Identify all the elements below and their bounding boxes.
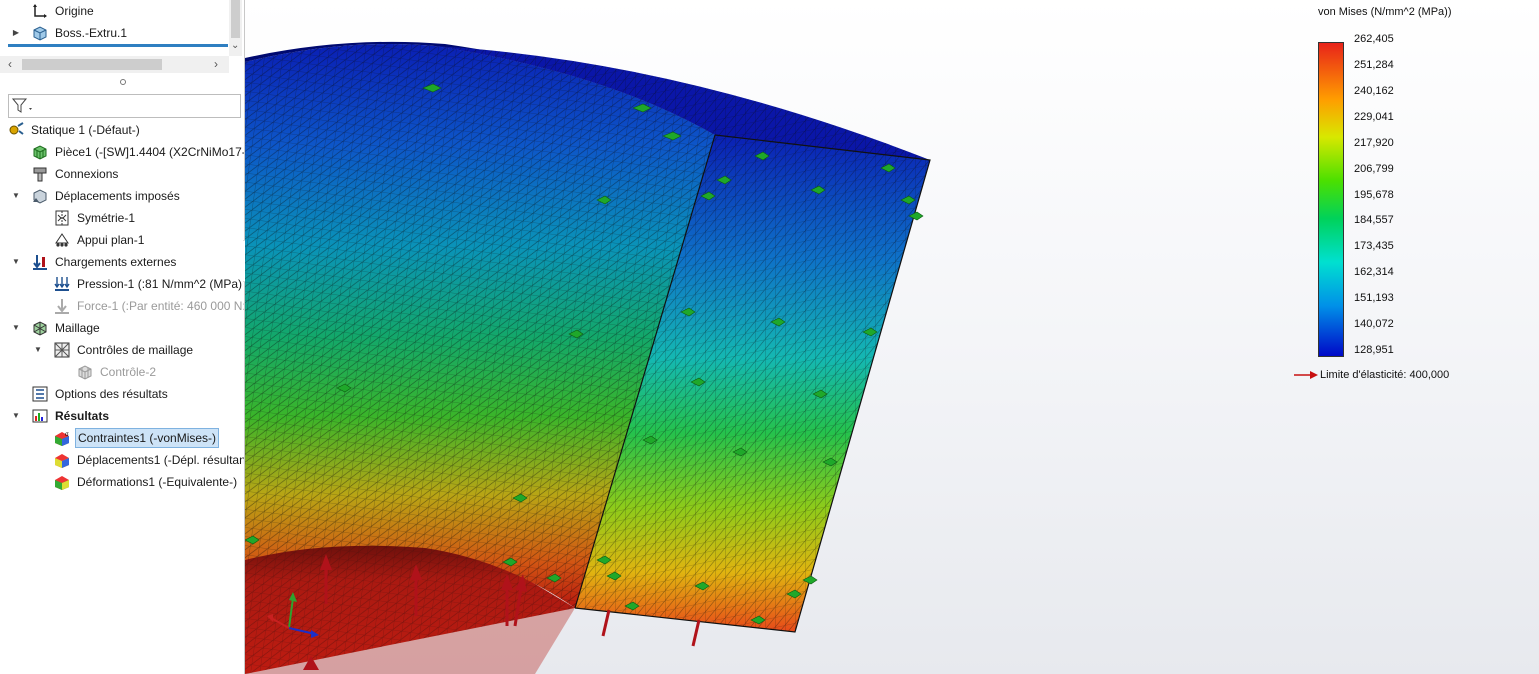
scroll-left-icon[interactable]: ‹	[8, 57, 12, 71]
tree-item-label: Déplacements imposés	[55, 189, 180, 203]
tree-item-appui-plan[interactable]: Appui plan-1	[0, 229, 244, 251]
tree-item-connexions[interactable]: Connexions	[0, 163, 244, 185]
tree-item-label: Boss.-Extru.1	[55, 26, 128, 40]
tree-item-label: Connexions	[55, 167, 119, 181]
legend-tick-label: 140,072	[1354, 318, 1394, 331]
tree-item-mesh-controls[interactable]: ▼ Contrôles de maillage	[0, 339, 244, 361]
scroll-down-icon[interactable]: ⌄	[231, 40, 239, 51]
filter-icon[interactable]	[12, 98, 34, 114]
legend-tick-label: 195,678	[1354, 188, 1394, 201]
yield-arrow-icon	[1294, 371, 1318, 380]
tree-item-label: Déplacements1 (-Dépl. résultan	[77, 453, 245, 467]
mesh-icon	[33, 321, 47, 336]
tree-vertical-scrollbar[interactable]: ⌄	[229, 0, 242, 56]
part-material-icon	[33, 145, 47, 160]
force-icon	[55, 299, 69, 314]
tree-item-maillage[interactable]: ▼ Maillage	[0, 317, 244, 339]
collapse-icon[interactable]: ▼	[11, 251, 21, 273]
legend-title: von Mises (N/mm^2 (MPa))	[1318, 6, 1452, 18]
fea-model-view[interactable]	[245, 0, 1539, 674]
legend-tick-label: 240,162	[1354, 84, 1394, 97]
tree-filter-input[interactable]	[8, 94, 241, 118]
collapse-icon[interactable]: ▼	[33, 339, 43, 361]
feature-manager-panel: Origine ▶ Boss.-Extru.1 ⌄ ‹ › Statique 1…	[0, 0, 245, 674]
result-options-icon	[32, 386, 48, 402]
roller-support-icon	[55, 233, 69, 247]
collapse-icon[interactable]: ▼	[11, 405, 21, 427]
tree-item-resultats[interactable]: ▼ Résultats	[0, 405, 244, 427]
strain-plot-icon	[55, 476, 69, 490]
tree-item-label: Chargements externes	[55, 255, 177, 269]
legend-tick-label: 206,799	[1354, 162, 1394, 175]
tree-item-external-loads[interactable]: ▼ Chargements externes	[0, 251, 244, 273]
tree-item-boss-extrude[interactable]: ▶ Boss.-Extru.1	[0, 22, 228, 44]
legend-tick-label: 128,951	[1354, 344, 1394, 356]
expand-icon[interactable]: ▶	[11, 22, 21, 44]
tree-item-label: Options des résultats	[55, 387, 168, 401]
collapse-icon[interactable]: ▼	[11, 185, 21, 207]
stress-plot-icon: σ	[55, 432, 69, 446]
legend-tick-label: 262,405	[1354, 33, 1394, 45]
tree-item-result-options[interactable]: Options des résultats	[0, 383, 244, 405]
scroll-right-icon[interactable]: ›	[214, 57, 218, 71]
rollback-bar[interactable]	[8, 44, 228, 47]
external-loads-icon	[33, 255, 47, 270]
results-folder-icon	[32, 409, 48, 423]
tree-item-label: Pièce1 (-[SW]1.4404 (X2CrNiMo17-1	[55, 145, 245, 159]
collapse-icon[interactable]: ▼	[11, 317, 21, 339]
tree-item-label: Statique 1 (-Défaut-)	[31, 123, 140, 137]
tree-item-deformations[interactable]: Déformations1 (-Equivalente-)	[0, 471, 244, 493]
scrollbar-thumb[interactable]	[22, 59, 162, 70]
legend-tick-label: 217,920	[1354, 136, 1394, 149]
static-study-icon	[9, 122, 24, 135]
extrude-feature-icon	[33, 26, 47, 41]
stress-color-scale	[1318, 42, 1344, 357]
tree-item-label: Déformations1 (-Equivalente-)	[77, 475, 238, 489]
mesh-control-icon	[54, 342, 70, 358]
tree-item-label: Maillage	[55, 321, 100, 335]
tree-item-symetrie[interactable]: Symétrie-1	[0, 207, 244, 229]
yield-label: Limite d'élasticité: 400,000	[1320, 369, 1450, 381]
legend-tick-label: 151,193	[1354, 292, 1394, 305]
legend-tick-label: 229,041	[1354, 110, 1394, 123]
tree-item-label: Appui plan-1	[77, 233, 145, 247]
tree-item-part[interactable]: Pièce1 (-[SW]1.4404 (X2CrNiMo17-1	[0, 141, 244, 163]
tree-item-controle-2[interactable]: Contrôle-2	[0, 361, 244, 383]
tree-item-contraintes[interactable]: σ Contraintes1 (-vonMises-)	[0, 427, 244, 449]
tree-item-origine[interactable]: Origine	[0, 0, 228, 22]
splitter-grip-icon[interactable]	[119, 78, 127, 86]
legend-tick-label: 184,557	[1354, 214, 1394, 227]
symmetry-icon	[55, 210, 69, 226]
tree-item-label: Contraintes1 (-vonMises-)	[75, 428, 220, 448]
tree-item-force[interactable]: Force-1 (:Par entité: 460 000 N:)	[0, 295, 244, 317]
tree-horizontal-scrollbar[interactable]: ‹ ›	[0, 56, 229, 73]
tree-item-label: Contrôles de maillage	[77, 343, 194, 357]
tree-item-pression[interactable]: Pression-1 (:81 N/mm^2 (MPa)	[0, 273, 244, 295]
yield-strength-indicator: Limite d'élasticité: 400,000	[1294, 369, 1449, 381]
scrollbar-thumb[interactable]	[231, 0, 240, 38]
tree-item-label: Origine	[55, 4, 94, 18]
tree-item-fixtures[interactable]: ▼ Déplacements imposés	[0, 185, 244, 207]
tree-item-label: Pression-1 (:81 N/mm^2 (MPa)	[77, 277, 242, 291]
origin-icon	[33, 4, 47, 18]
tree-item-label: Contrôle-2	[100, 365, 157, 379]
legend-tick-label: 251,284	[1354, 58, 1394, 71]
legend-tick-label: 162,314	[1354, 266, 1394, 279]
pressure-icon	[54, 277, 70, 291]
displacement-plot-icon	[55, 454, 69, 468]
connections-icon	[33, 167, 47, 182]
graphics-viewport[interactable]	[245, 0, 1539, 674]
tree-item-deplacements[interactable]: Déplacements1 (-Dépl. résultan	[0, 449, 244, 471]
mesh-control-item-icon	[78, 365, 92, 380]
tree-item-label: Résultats	[55, 409, 110, 423]
tree-item-label: Force-1 (:Par entité: 460 000 N:)	[77, 299, 245, 313]
svg-text:σ: σ	[65, 432, 69, 438]
tree-item-static-study[interactable]: Statique 1 (-Défaut-)	[0, 119, 244, 141]
tree-item-label: Symétrie-1	[77, 211, 136, 225]
legend-tick-label: 173,435	[1354, 240, 1394, 253]
fixtures-icon	[33, 189, 47, 204]
